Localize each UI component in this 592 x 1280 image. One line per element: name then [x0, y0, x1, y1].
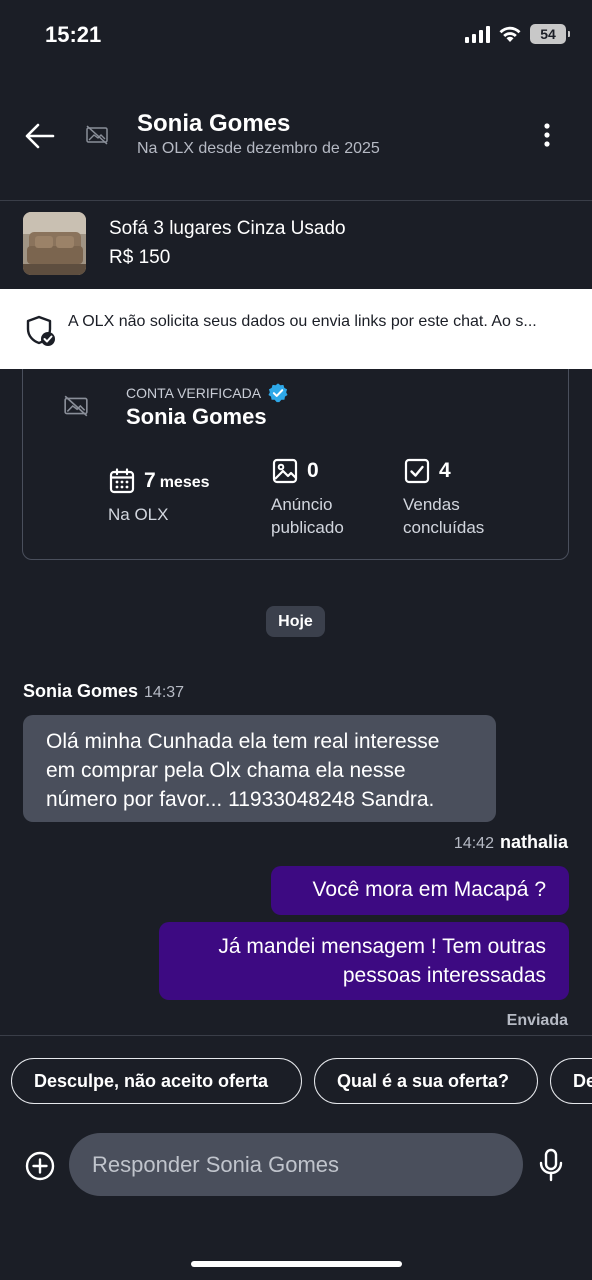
more-vertical-icon: [544, 123, 550, 147]
contact-member-since: Na OLX desde dezembro de 2025: [137, 140, 380, 157]
message-composer: [0, 1130, 592, 1200]
stat-label: Na OLX: [108, 505, 169, 524]
seller-name: Sonia Gomes: [126, 404, 267, 429]
safety-banner-text: A OLX não solicita seus dados ou envia l…: [68, 313, 537, 330]
stat-value: 0: [307, 459, 319, 482]
signal-icon: [465, 25, 490, 43]
image-placeholder-icon: [86, 125, 108, 145]
contact-name[interactable]: Sonia Gomes: [137, 110, 290, 138]
verified-badge-icon: [268, 383, 288, 403]
seller-profile-card[interactable]: CONTA VERIFICADA Sonia Gomes 7 meses Na O…: [22, 350, 569, 560]
verified-account-label: CONTA VERIFICADA: [126, 382, 289, 404]
stat-unit: meses: [159, 474, 210, 491]
verified-label-text: CONTA VERIFICADA: [126, 385, 262, 401]
incoming-message-meta: Sonia Gomes 14:37: [23, 681, 184, 702]
battery-level: 54: [540, 26, 556, 42]
back-button[interactable]: [22, 118, 58, 154]
date-separator: Hoje: [266, 606, 325, 637]
status-bar: 15:21 54: [0, 0, 592, 70]
message-time: 14:42: [453, 835, 494, 852]
stat-label: Vendas concluídas: [403, 495, 485, 537]
message-status: Enviada: [506, 1012, 568, 1029]
home-indicator[interactable]: [191, 1261, 402, 1267]
image-placeholder-icon: [64, 395, 88, 417]
listing-title[interactable]: Sofá 3 lugares Cinza Usado: [109, 218, 346, 240]
message-sender: Sonia Gomes: [23, 681, 139, 701]
outgoing-message-bubble[interactable]: Já mandei mensagem ! Tem outras pessoas …: [159, 922, 569, 1000]
stat-listings-published: 0 Anúncio publicado: [271, 457, 361, 539]
back-arrow-icon: [25, 123, 55, 149]
safety-banner[interactable]: A OLX não solicita seus dados ou envia l…: [0, 289, 592, 369]
battery-icon: 54: [530, 24, 570, 44]
quick-reply-decline-offer[interactable]: Desculpe, não aceito oferta: [11, 1058, 302, 1104]
incoming-message-bubble[interactable]: Olá minha Cunhada ela tem real interesse…: [23, 715, 496, 822]
outgoing-message-meta: 14:42 nathalia: [454, 832, 568, 853]
stat-sales-completed: 4 Vendas concluídas: [403, 457, 493, 539]
stat-label: Anúncio publicado: [271, 495, 344, 537]
status-time: 15:21: [45, 22, 102, 47]
listing-thumbnail[interactable]: [23, 212, 86, 275]
shield-check-icon: [26, 315, 55, 346]
chat-header: Sonia Gomes Na OLX desde dezembro de 202…: [0, 90, 592, 180]
outgoing-message-bubble[interactable]: Você mora em Macapá ?: [271, 866, 569, 915]
wifi-icon: [499, 26, 521, 42]
listing-price: R$ 150: [109, 247, 171, 268]
status-icons: 54: [465, 24, 570, 44]
sofa-photo: [23, 212, 86, 275]
microphone-icon[interactable]: [538, 1148, 564, 1182]
calendar-icon: [109, 468, 135, 494]
stat-time-on-olx: 7 meses Na OLX: [108, 467, 210, 526]
stat-value: 4: [439, 459, 451, 482]
stat-value: 7: [144, 469, 156, 492]
quick-replies: Desculpe, não aceito oferta Qual é a sua…: [11, 1058, 592, 1105]
reply-input[interactable]: [69, 1133, 523, 1196]
image-icon: [272, 458, 298, 484]
divider: [0, 1035, 592, 1036]
quick-reply-truncated[interactable]: De: [550, 1058, 592, 1104]
avatar[interactable]: [82, 120, 112, 150]
message-time: 14:37: [144, 684, 185, 701]
checkbox-icon: [404, 458, 430, 484]
more-options-button[interactable]: [532, 120, 562, 150]
listing-summary[interactable]: Sofá 3 lugares Cinza Usado R$ 150: [0, 201, 592, 289]
quick-reply-ask-offer[interactable]: Qual é a sua oferta?: [314, 1058, 538, 1104]
add-circle-icon[interactable]: [24, 1150, 56, 1182]
message-sender: nathalia: [499, 832, 568, 852]
